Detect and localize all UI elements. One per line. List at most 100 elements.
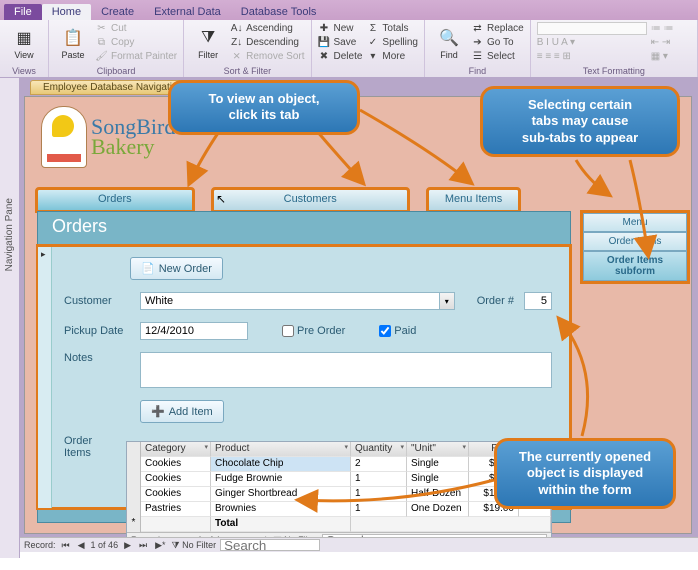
brush-icon: 🖌 [95, 50, 108, 63]
desc-icon: Z↓ [230, 36, 243, 49]
font-box[interactable] [537, 22, 647, 35]
remove-sort-icon: ⨯ [230, 50, 243, 63]
tab-file[interactable]: File [4, 4, 42, 20]
select-button[interactable]: ☰Select [471, 50, 524, 63]
subtabs: Menu Order Items Order Items subform [583, 213, 687, 281]
ribbon-group-views: ▦ View Views [0, 20, 49, 77]
spelling-button[interactable]: ✓Spelling [366, 36, 418, 49]
select-icon: ☰ [471, 50, 484, 63]
preorder-checkbox[interactable]: Pre Order [282, 325, 345, 337]
new-icon: ✚ [318, 22, 331, 35]
new-order-icon: 📄 [141, 262, 155, 275]
copy-icon: ⧉ [95, 36, 108, 49]
orders-panel: Orders 📄 New Order Customer ▾ [37, 211, 571, 523]
record-label: Record: [24, 540, 56, 550]
notes-input[interactable] [140, 352, 552, 388]
subtab-order-items-subform[interactable]: Order Items subform [583, 251, 687, 281]
total-row: Total [127, 517, 551, 532]
replace-button[interactable]: ⇄Replace [471, 22, 524, 35]
more-button[interactable]: ▾More [366, 50, 418, 63]
col-quantity[interactable]: Quantity [351, 442, 407, 457]
navigation-pane-label: Navigation Pane [4, 198, 15, 271]
fill-button[interactable]: ▦ ▾ [651, 50, 674, 63]
tab-create[interactable]: Create [91, 4, 144, 20]
nav-new-button[interactable]: ▶* [153, 540, 167, 551]
sigma-icon: Σ [366, 22, 379, 35]
panel-title: Orders [38, 212, 570, 245]
group-label-textfmt: Text Formatting [537, 66, 691, 76]
paste-button[interactable]: 📋 Paste [55, 22, 91, 64]
col-category[interactable]: Category [141, 442, 211, 457]
format-painter-button[interactable]: 🖌Format Painter [95, 50, 177, 63]
totals-button[interactable]: ΣTotals [366, 22, 418, 35]
filter-label: Filter [198, 50, 218, 60]
no-filter-badge[interactable]: ⧩ No Filter [172, 540, 217, 551]
customer-label: Customer [64, 295, 130, 307]
subtab-menu[interactable]: Menu [583, 213, 687, 232]
order-number-input[interactable] [524, 292, 552, 310]
table-row[interactable]: Cookies Fudge Brownie 1 Single $2.00 [127, 472, 551, 487]
save-button[interactable]: 💾Save [318, 36, 363, 49]
logo-badge-icon [41, 106, 87, 168]
descending-button[interactable]: Z↓Descending [230, 36, 304, 49]
title-bar: File Home Create External Data Database … [0, 0, 698, 20]
ribbon-group-textfmt: B I U A ▾ ≡ ≡ ≡ ⊞ ≔ ≔ ⇤ ⇥ ▦ ▾ Text Forma… [531, 20, 698, 77]
filter-button[interactable]: ⧩ Filter [190, 22, 226, 64]
customer-input[interactable] [140, 292, 439, 310]
col-product[interactable]: Product [211, 442, 351, 457]
indent-button[interactable]: ⇤ ⇥ [651, 36, 674, 49]
subtab-order-items[interactable]: Order Items [583, 232, 687, 251]
tab-database-tools[interactable]: Database Tools [231, 4, 327, 20]
group-label-clipboard: Clipboard [55, 66, 177, 76]
tab-external-data[interactable]: External Data [144, 4, 231, 20]
navtab-orders[interactable]: Orders [37, 189, 193, 211]
navtab-menu-items[interactable]: Menu Items [428, 189, 519, 211]
ascending-button[interactable]: A↓Ascending [230, 22, 304, 35]
goto-icon: ➔ [471, 36, 484, 49]
replace-icon: ⇄ [471, 22, 484, 35]
nav-last-button[interactable]: ⏭ [137, 540, 149, 551]
nav-first-button[interactable]: ⏮ [60, 540, 72, 551]
nav-prev-button[interactable]: ◀ [76, 540, 87, 551]
callout-subtabs: Selecting certain tabs may cause sub-tab… [480, 86, 680, 157]
nav-next-button[interactable]: ▶ [122, 540, 133, 551]
bold-italic-underline[interactable]: B I U A ▾ [537, 36, 647, 49]
bullets-button[interactable]: ≔ ≔ [651, 22, 674, 35]
cut-button[interactable]: ✂Cut [95, 22, 177, 35]
pickup-date-label: Pickup Date [64, 325, 130, 337]
view-button[interactable]: ▦ View [6, 22, 42, 64]
record-selector[interactable] [38, 247, 52, 508]
delete-button[interactable]: ✖Delete [318, 50, 363, 63]
paid-checkbox[interactable]: Paid [379, 325, 416, 337]
new-button[interactable]: ✚New [318, 22, 363, 35]
nav-tabs-row: Orders Customers Menu Items [37, 189, 679, 211]
copy-button[interactable]: ⧉Copy [95, 36, 177, 49]
add-item-button[interactable]: ➕ Add Item [140, 400, 224, 423]
callout-current-object: The currently opened object is displayed… [494, 438, 676, 509]
navigation-pane-collapsed[interactable]: Navigation Pane [0, 78, 20, 558]
customer-dropdown-button[interactable]: ▾ [439, 292, 455, 310]
col-unit[interactable]: "Unit" [407, 442, 469, 457]
align-buttons[interactable]: ≡ ≡ ≡ ⊞ [537, 50, 647, 63]
goto-button[interactable]: ➔Go To [471, 36, 524, 49]
find-label: Find [440, 50, 458, 60]
order-items-grid: Category Product Quantity "Unit" Price S… [126, 441, 552, 548]
tab-home[interactable]: Home [42, 4, 91, 20]
pickup-date-input[interactable] [140, 322, 248, 340]
find-button[interactable]: 🔍 Find [431, 22, 467, 64]
view-icon: ▦ [13, 27, 35, 49]
funnel-icon: ⧩ [197, 27, 219, 49]
add-item-icon: ➕ [151, 405, 165, 418]
table-row[interactable]: Cookies Ginger Shortbread 1 Half-Dozen $… [127, 487, 551, 502]
record-position: 1 of 46 [91, 540, 119, 550]
table-row[interactable]: Pastries Brownies 1 One Dozen $19.00 [127, 502, 551, 517]
binoculars-icon: 🔍 [438, 27, 460, 49]
remove-sort-button[interactable]: ⨯Remove Sort [230, 50, 304, 63]
logo-text: SongBird Bakery [91, 117, 175, 157]
table-row[interactable]: Cookies Chocolate Chip 2 Single $1.50 [127, 457, 551, 472]
form-search-input[interactable] [220, 539, 320, 551]
new-order-button[interactable]: 📄 New Order [130, 257, 223, 280]
panel-body: 📄 New Order Customer ▾ Order # [38, 246, 570, 508]
grid-header: Category Product Quantity "Unit" Price S… [127, 442, 551, 457]
navtab-customers[interactable]: Customers [213, 189, 408, 211]
